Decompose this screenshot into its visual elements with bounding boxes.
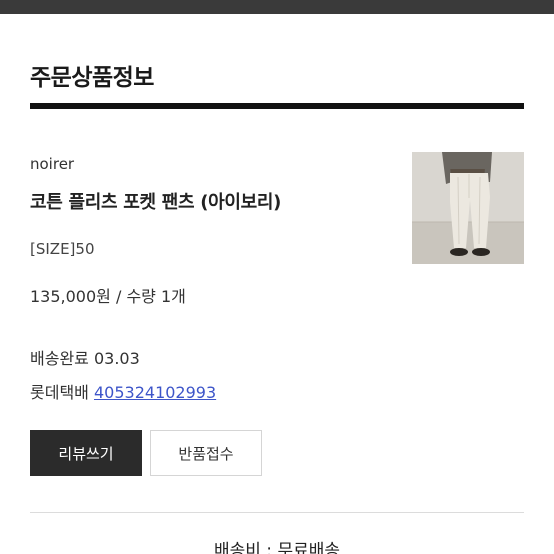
top-bar bbox=[0, 0, 554, 14]
product-name[interactable]: 코튼 플리츠 포켓 팬츠 (아이보리) bbox=[30, 188, 281, 214]
divider bbox=[30, 512, 524, 513]
brand-name[interactable]: noirer bbox=[30, 155, 74, 173]
section-title: 주문상품정보 bbox=[30, 65, 154, 91]
courier-info: 롯데택배 405324102993 bbox=[30, 379, 216, 403]
product-size: [SIZE]50 bbox=[30, 240, 95, 258]
product-photo bbox=[412, 152, 524, 264]
title-rule bbox=[30, 103, 524, 109]
courier-name: 롯데택배 bbox=[30, 383, 89, 402]
shipping-fee: 배송비 : 무료배송 bbox=[213, 541, 340, 554]
price-quantity: 135,000원 / 수량 1개 bbox=[30, 287, 186, 306]
product-thumbnail[interactable] bbox=[412, 152, 524, 264]
write-review-button[interactable]: 리뷰쓰기 bbox=[30, 430, 142, 476]
return-request-button[interactable]: 반품접수 bbox=[150, 430, 262, 476]
delivery-status: 배송완료 03.03 bbox=[30, 349, 140, 368]
tracking-number-link[interactable]: 405324102993 bbox=[94, 383, 216, 402]
